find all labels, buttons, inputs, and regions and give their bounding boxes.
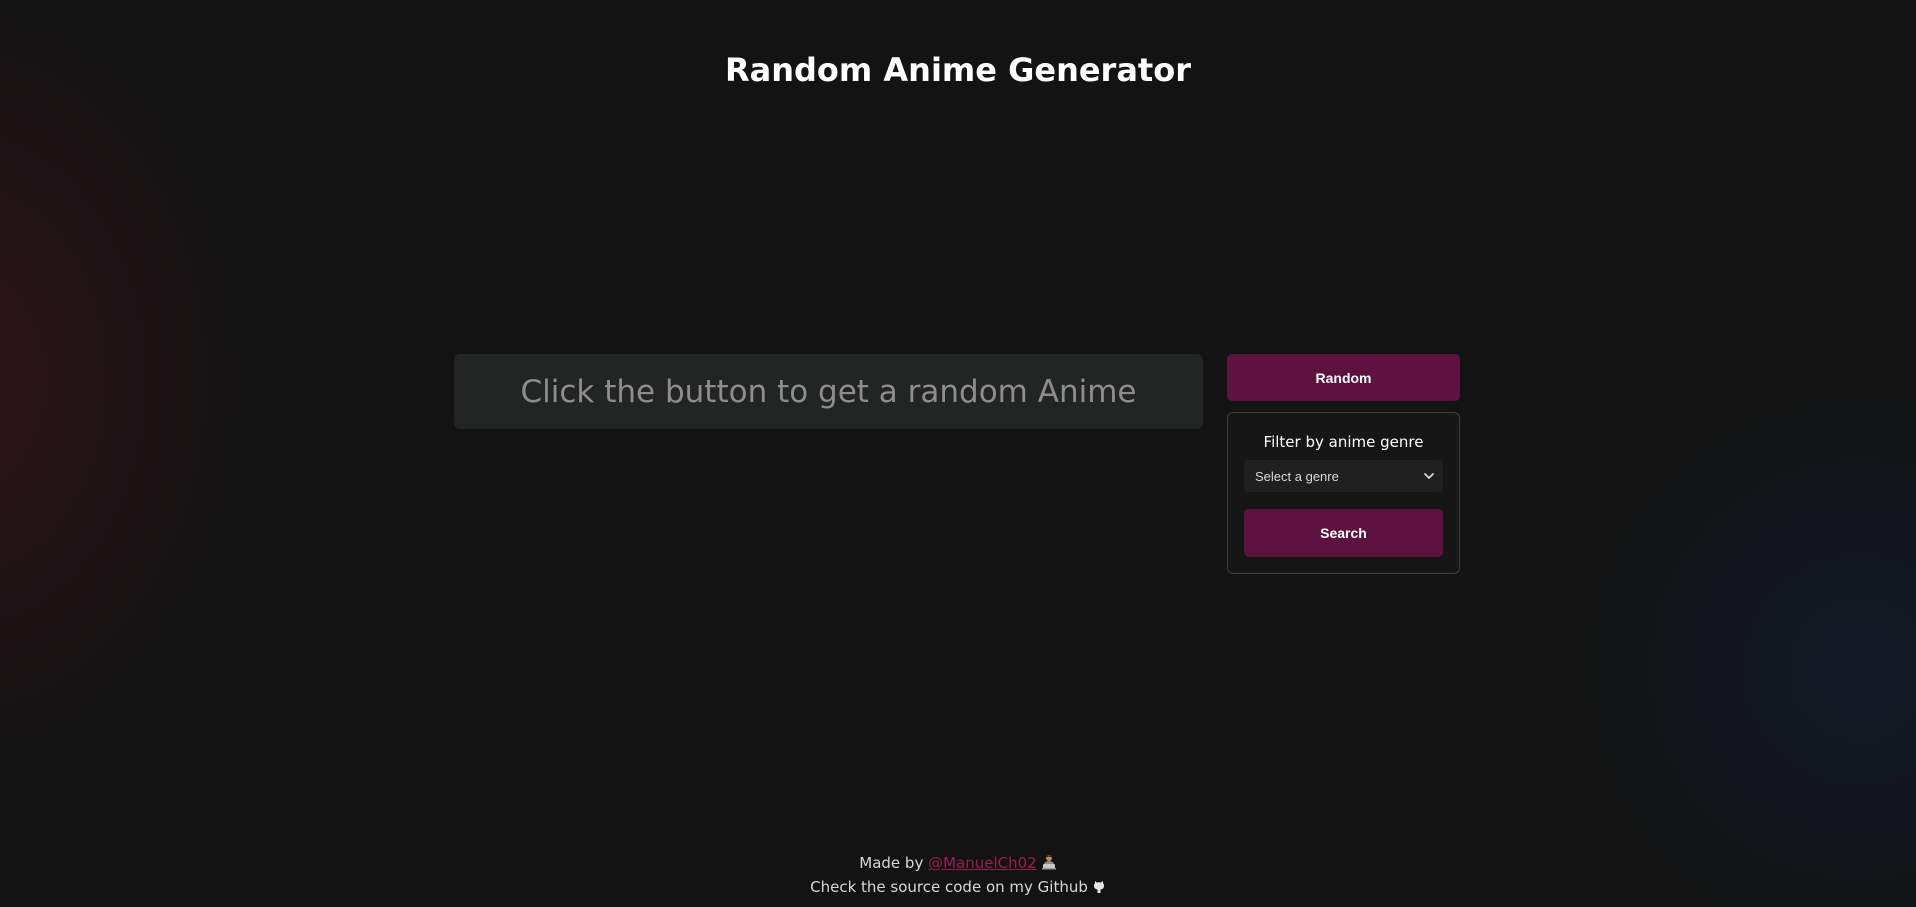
chevron-down-icon <box>1424 471 1434 481</box>
anime-result-text: Click the button to get a random Anime <box>520 373 1137 410</box>
author-link[interactable]: @ManuelCh02 <box>928 854 1037 872</box>
genre-select-value: Select a genre <box>1255 468 1339 484</box>
footer-source-text[interactable]: Check the source code on my Github <box>810 878 1088 896</box>
anime-result-box: Click the button to get a random Anime <box>454 354 1203 429</box>
random-button[interactable]: Random <box>1227 354 1460 401</box>
genre-select[interactable]: Select a genre <box>1244 460 1443 492</box>
search-button[interactable]: Search <box>1244 509 1443 557</box>
page-title: Random Anime Generator <box>725 51 1191 89</box>
filter-title: Filter by anime genre <box>1263 433 1424 451</box>
footer-made-by: Made by <box>859 854 929 872</box>
genre-filter-panel: Filter by anime genre Select a genre Sea… <box>1227 412 1460 574</box>
person-at-laptop-icon <box>1041 854 1057 874</box>
footer-source: Check the source code on my Github <box>0 878 1916 898</box>
github-octocat-icon <box>1092 880 1106 898</box>
footer-credit: Made by @ManuelCh02 <box>0 854 1916 874</box>
